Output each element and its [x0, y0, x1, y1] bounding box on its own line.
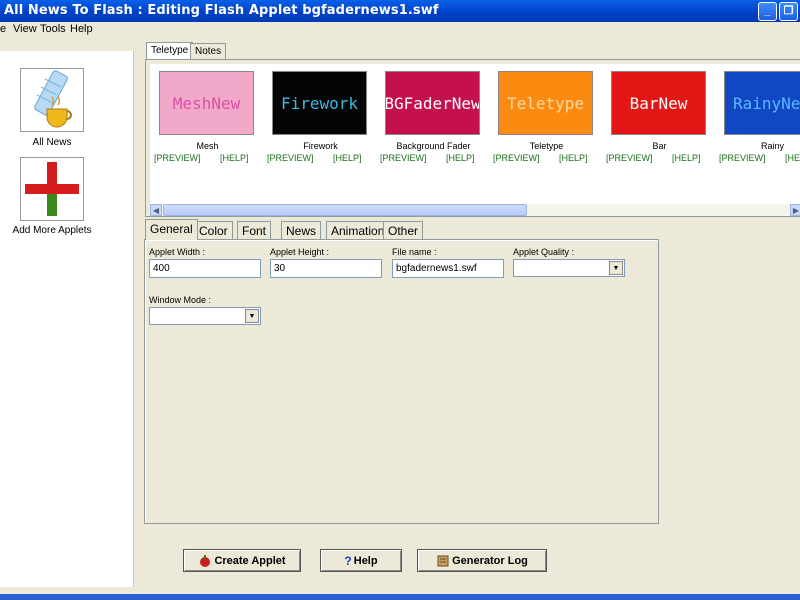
tab-teletype[interactable]: Teletype [146, 42, 194, 60]
file-name-label: File name : [392, 247, 437, 257]
applet-teletype[interactable]: Teletype Teletype [PREVIEW] [HELP] [493, 68, 606, 164]
scrollbar-thumb[interactable] [163, 204, 527, 216]
horizontal-scrollbar[interactable]: ◀ ▶ [150, 204, 800, 216]
tab-animation[interactable]: Animation [326, 221, 390, 240]
thumbnail-text: RainyNew [732, 93, 800, 113]
help-link[interactable]: [HELP] [333, 153, 362, 163]
applet-name: Background Fader [396, 141, 471, 151]
menu-bar: e View Tools Help [0, 22, 800, 38]
minimize-icon: _ [764, 5, 771, 17]
menu-view[interactable]: View [13, 23, 37, 35]
preview-link[interactable]: [PREVIEW] [493, 153, 540, 163]
applet-height-field[interactable]: 30 [270, 259, 382, 278]
question-mark-icon: ? [344, 553, 352, 568]
scroll-icon [437, 555, 449, 566]
add-more-applets-label: Add More Applets [12, 225, 92, 236]
applet-name: Mesh [196, 141, 219, 151]
applet-thumbnail: RainyNew [724, 71, 800, 135]
tab-color[interactable]: Color [194, 221, 233, 240]
red-plus-icon [25, 162, 79, 216]
thumbnail-text: Teletype [506, 93, 585, 113]
applet-name: Rainy [760, 141, 784, 151]
menu-help[interactable]: Help [70, 23, 93, 35]
applet-width-label: Applet Width : [149, 247, 206, 257]
tab-news[interactable]: News [281, 221, 322, 240]
applet-name: Firework [303, 141, 338, 151]
help-label: Help [353, 554, 378, 567]
news-scroll-coffee-icon [34, 70, 72, 128]
taskbar-edge [0, 594, 800, 600]
applet-width-field[interactable]: 400 [149, 259, 261, 278]
minimize-button[interactable]: _ [758, 2, 777, 21]
applet-name: Teletype [529, 141, 564, 151]
applet-firework[interactable]: Firework Firework [PREVIEW] [HELP] [267, 68, 380, 164]
applet-mesh[interactable]: MeshNew Mesh [PREVIEW] [HELP] [154, 68, 267, 164]
restore-button[interactable]: ❐ [779, 2, 798, 21]
create-applet-label: Create Applet [214, 554, 286, 567]
scroll-right-icon[interactable]: ▶ [790, 204, 800, 216]
applet-thumbnail: BGFaderNew [385, 71, 480, 135]
window-mode-select[interactable]: ▼ [149, 307, 261, 325]
help-link[interactable]: [HELP] [446, 153, 475, 163]
thumbnail-text: Firework [280, 93, 359, 113]
all-news-label: All News [32, 137, 72, 148]
tab-other[interactable]: Other [383, 221, 424, 240]
scroll-left-icon[interactable]: ◀ [150, 204, 162, 216]
file-name-field[interactable]: bgfadernews1.swf [392, 259, 504, 278]
tab-font[interactable]: Font [237, 221, 272, 240]
help-button[interactable]: ? Help [320, 549, 402, 572]
tab-general[interactable]: General [145, 219, 198, 240]
applet-thumbnail: Teletype [498, 71, 593, 135]
applet-thumbnail: MeshNew [159, 71, 254, 135]
applet-name: Bar [652, 141, 667, 151]
applet-sidebar: All News Add More Applets [0, 51, 134, 587]
restore-icon: ❐ [783, 5, 794, 17]
chevron-down-icon[interactable]: ▼ [245, 309, 259, 323]
menu-file[interactable]: e [0, 23, 6, 35]
thumbnail-text: BarNew [629, 93, 688, 113]
general-settings-panel: Applet Width : 400 Applet Height : 30 Fi… [144, 239, 659, 524]
preview-link[interactable]: [PREVIEW] [267, 153, 314, 163]
applet-bar[interactable]: BarNew Bar [PREVIEW] [HELP] [606, 68, 719, 164]
applet-quality-label: Applet Quality : [513, 247, 575, 257]
create-applet-button[interactable]: Create Applet [183, 549, 301, 572]
window-title: All News To Flash : Editing Flash Applet… [4, 3, 439, 18]
chevron-down-icon[interactable]: ▼ [609, 261, 623, 275]
applet-gallery: MeshNew Mesh [PREVIEW] [HELP] Firework F… [150, 64, 800, 204]
window-mode-label: Window Mode : [149, 295, 212, 305]
add-more-applets-button[interactable] [20, 157, 84, 221]
thumbnail-text: BGFaderNew [385, 93, 480, 113]
preview-link[interactable]: [PREVIEW] [380, 153, 427, 163]
generator-log-button[interactable]: Generator Log [417, 549, 547, 572]
applet-height-label: Applet Height : [270, 247, 330, 257]
preview-link[interactable]: [PREVIEW] [719, 153, 766, 163]
applet-background-fader[interactable]: BGFaderNew Background Fader [PREVIEW] [H… [380, 68, 493, 164]
menu-tools[interactable]: Tools [40, 23, 66, 35]
applet-quality-select[interactable]: ▼ [513, 259, 625, 277]
applet-gallery-panel: MeshNew Mesh [PREVIEW] [HELP] Firework F… [145, 59, 800, 217]
apple-icon [200, 554, 211, 567]
tab-notes[interactable]: Notes [190, 43, 227, 60]
help-link[interactable]: [HELP] [672, 153, 701, 163]
generator-log-label: Generator Log [452, 554, 528, 567]
applet-thumbnail: BarNew [611, 71, 706, 135]
title-bar: All News To Flash : Editing Flash Applet… [0, 0, 800, 22]
help-link[interactable]: [HELP] [220, 153, 249, 163]
help-link[interactable]: [HELP] [785, 153, 800, 163]
applet-thumbnail: Firework [272, 71, 367, 135]
thumbnail-text: MeshNew [172, 93, 241, 113]
help-link[interactable]: [HELP] [559, 153, 588, 163]
all-news-button[interactable] [20, 68, 84, 132]
preview-link[interactable]: [PREVIEW] [606, 153, 653, 163]
applet-rainy[interactable]: RainyNew Rainy [PREVIEW] [HELP] [719, 68, 800, 164]
preview-link[interactable]: [PREVIEW] [154, 153, 201, 163]
